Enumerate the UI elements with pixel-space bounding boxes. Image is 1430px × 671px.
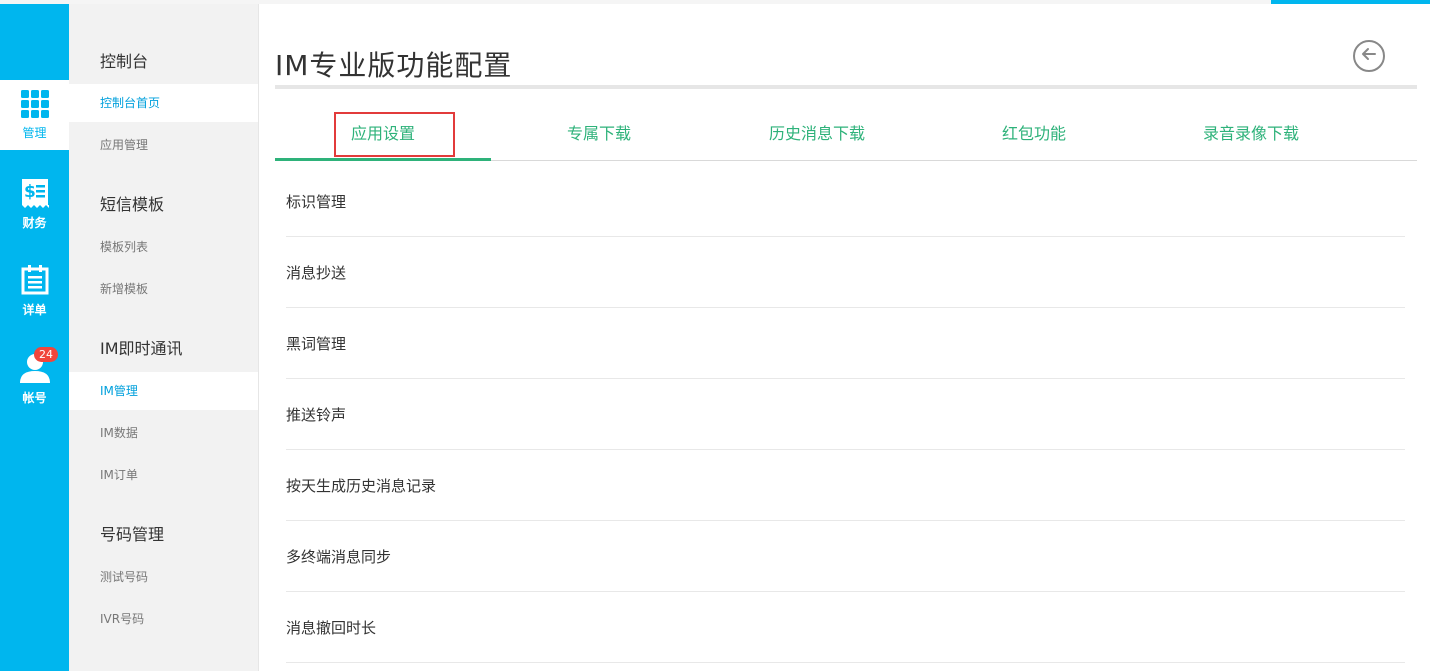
- rail-item-label: 详单: [22, 302, 47, 317]
- main-content: IM专业版功能配置 应用设置 专属下载 历史消息下载 红包功能 录音录像下载 标…: [275, 4, 1417, 671]
- sidebar-item-test-numbers[interactable]: 测试号码: [69, 558, 258, 596]
- page-title: IM专业版功能配置: [275, 49, 513, 82]
- settings-list: 标识管理 消息抄送 黑词管理 推送铃声 按天生成历史消息记录 多终端消息同步 消…: [286, 166, 1405, 663]
- tab-app-settings[interactable]: 应用设置: [275, 110, 491, 161]
- bill-icon: $: [21, 178, 49, 211]
- sidebar-item-console-home[interactable]: 控制台首页: [69, 84, 258, 122]
- rail-item-account[interactable]: 帐号 24: [0, 344, 69, 414]
- app-window: 管理 $ 财务 详单 帐号 24 控制台 控制台首页 应用管理 短信模板 模板列…: [0, 0, 1430, 671]
- list-item[interactable]: 消息撤回时长: [286, 592, 1405, 663]
- sidebar-item-app-manage[interactable]: 应用管理: [69, 126, 258, 164]
- arrow-left-icon: [1360, 45, 1378, 67]
- rail-item-manage[interactable]: 管理: [0, 80, 69, 150]
- sidebar-item-template-list[interactable]: 模板列表: [69, 228, 258, 266]
- rail-item-label: 管理: [22, 125, 47, 140]
- sidebar-group-im: IM即时通讯: [100, 339, 183, 358]
- sidebar-item-im-data[interactable]: IM数据: [69, 414, 258, 452]
- sidebar-item-ivr-numbers[interactable]: IVR号码: [69, 600, 258, 638]
- sidebar-group-number-manage: 号码管理: [100, 525, 165, 544]
- tab-red-packet[interactable]: 红包功能: [926, 110, 1142, 160]
- list-item[interactable]: 推送铃声: [286, 379, 1405, 450]
- list-item[interactable]: 多终端消息同步: [286, 521, 1405, 592]
- back-button[interactable]: [1353, 40, 1385, 72]
- list-item[interactable]: 黑词管理: [286, 308, 1405, 379]
- tab-exclusive-download[interactable]: 专属下载: [491, 110, 707, 160]
- icon-rail: 管理 $ 财务 详单 帐号 24: [0, 4, 69, 671]
- calendar-list-icon: [21, 264, 49, 298]
- list-item[interactable]: 标识管理: [286, 166, 1405, 237]
- sidebar-group-console: 控制台: [100, 52, 149, 71]
- tab-history-download[interactable]: 历史消息下载: [709, 110, 925, 160]
- rail-item-label: 帐号: [22, 390, 47, 405]
- tab-bar: 应用设置 专属下载 历史消息下载 红包功能 录音录像下载: [275, 110, 1417, 161]
- list-item[interactable]: 按天生成历史消息记录: [286, 450, 1405, 521]
- sidebar-item-im-orders[interactable]: IM订单: [69, 456, 258, 494]
- rail-item-details[interactable]: 详单: [0, 256, 69, 326]
- notification-badge: 24: [34, 347, 58, 362]
- rail-item-label: 财务: [22, 215, 47, 230]
- sidebar-item-im-manage[interactable]: IM管理: [69, 372, 258, 410]
- rail-item-finance[interactable]: $ 财务: [0, 169, 69, 239]
- svg-text:$: $: [24, 182, 36, 202]
- sidebar-group-sms-template: 短信模板: [100, 195, 165, 214]
- tab-recording-download[interactable]: 录音录像下载: [1143, 110, 1359, 160]
- list-item[interactable]: 消息抄送: [286, 237, 1405, 308]
- title-divider: [275, 85, 1417, 89]
- grid-icon: [20, 89, 49, 121]
- sidebar-item-add-template[interactable]: 新增模板: [69, 270, 258, 308]
- sidebar: 控制台 控制台首页 应用管理 短信模板 模板列表 新增模板 IM即时通讯 IM管…: [69, 4, 259, 671]
